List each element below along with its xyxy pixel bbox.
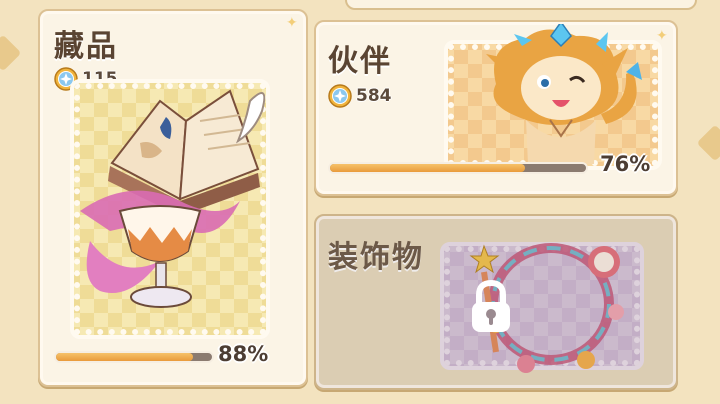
sparkle-icon: ✦ <box>656 28 668 44</box>
collection-card[interactable]: ✦ 藏品 115 88% <box>38 9 308 387</box>
coin-count: 584 <box>356 86 392 106</box>
card-title: 藏品 <box>54 29 118 64</box>
background-diamond <box>0 34 22 72</box>
padlock-icon <box>472 280 510 332</box>
progress-fill <box>56 353 194 361</box>
progress-fill <box>330 164 525 172</box>
goblet-art <box>80 190 240 308</box>
previous-card-edge <box>345 0 697 10</box>
card-title: 装饰物 <box>328 240 424 275</box>
sparkle-icon: ✦ <box>286 15 298 31</box>
coin-counter: 584 <box>328 84 392 108</box>
decoration-card[interactable]: 装饰物 <box>314 214 678 390</box>
collection-progress-bar <box>54 351 214 363</box>
star-coin-icon <box>328 84 352 108</box>
card-title: 伙伴 <box>328 44 392 79</box>
partner-progress-bar <box>328 162 588 174</box>
progress-percent: 88% <box>218 342 269 366</box>
background-diamond <box>696 124 720 162</box>
progress-percent: 76% <box>600 152 651 176</box>
partner-card[interactable]: ✦ 伙伴 584 76% <box>314 20 678 196</box>
